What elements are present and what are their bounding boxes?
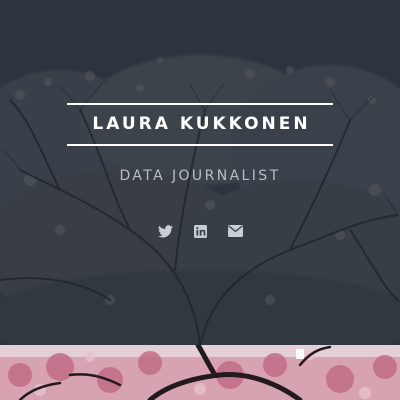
twitter-link[interactable]	[157, 223, 173, 239]
site-title[interactable]: LAURA KUKKONEN	[89, 116, 310, 133]
email-link[interactable]	[227, 223, 243, 239]
page: LAURA KUKKONEN DATA JOURNALIST	[0, 0, 400, 400]
site-tagline: DATA JOURNALIST	[119, 168, 281, 184]
blossom-photo-section	[0, 345, 400, 400]
linkedin-link[interactable]	[192, 223, 208, 239]
envelope-icon	[227, 225, 243, 237]
cherry-blossom-image	[0, 345, 400, 400]
twitter-icon	[157, 224, 173, 237]
linkedin-icon	[193, 224, 207, 238]
hero-section: LAURA KUKKONEN DATA JOURNALIST	[0, 0, 400, 345]
social-links	[0, 222, 400, 240]
site-title-frame: LAURA KUKKONEN	[67, 103, 333, 146]
